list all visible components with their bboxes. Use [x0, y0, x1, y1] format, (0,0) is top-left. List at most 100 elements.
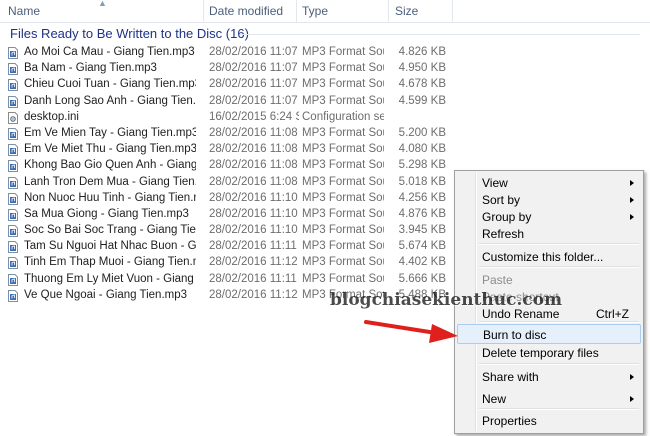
- file-date-modified: 28/02/2016 11:12 ...: [209, 256, 299, 269]
- file-date-modified: 28/02/2016 11:07 ...: [209, 62, 299, 75]
- menu-item-shortcut: Ctrl+Z: [596, 307, 629, 321]
- audio-file-icon: [8, 144, 18, 157]
- menu-separator: [479, 363, 639, 365]
- file-name: Tam Su Nguoi Hat Nhac Buon - Giang Ti...: [24, 240, 196, 253]
- menu-item-label: Paste: [482, 273, 513, 287]
- file-type: MP3 Format Sound: [302, 224, 384, 237]
- file-row[interactable]: Ba Nam - Giang Tien.mp3 28/02/2016 11:07 …: [0, 61, 650, 77]
- file-name: Ao Moi Ca Mau - Giang Tien.mp3: [24, 46, 195, 58]
- column-header-date-modified[interactable]: Date modified: [209, 4, 283, 18]
- file-size: 4.876 KB: [398, 207, 446, 220]
- menu-item-delete-temporary-files[interactable]: Delete temporary files: [457, 343, 641, 363]
- file-type: MP3 Format Sound: [302, 78, 384, 91]
- file-size: 5.018 KB: [398, 175, 446, 188]
- file-date-modified: 28/02/2016 11:08 ...: [209, 143, 299, 156]
- file-row[interactable]: Ao Moi Ca Mau - Giang Tien.mp3 28/02/2016…: [0, 45, 650, 61]
- file-name: Ba Nam - Giang Tien.mp3: [24, 62, 157, 75]
- file-type: MP3 Format Sound: [302, 46, 384, 58]
- file-type: MP3 Format Sound: [302, 94, 384, 107]
- file-size: 4.678 KB: [398, 78, 446, 91]
- file-date-modified: 28/02/2016 11:07 ...: [209, 78, 299, 91]
- file-date-modified: 28/02/2016 11:11 ...: [209, 272, 299, 285]
- menu-item-refresh[interactable]: Refresh: [457, 224, 641, 244]
- file-row[interactable]: Em Ve Mien Tay - Giang Tien.mp3 28/02/201…: [0, 126, 650, 142]
- file-date-modified: 28/02/2016 11:10 ...: [209, 191, 299, 204]
- menu-item-new[interactable]: New: [457, 389, 641, 409]
- submenu-arrow-icon: [630, 197, 634, 203]
- column-header-name[interactable]: Name: [8, 4, 40, 18]
- file-size: 5.200 KB: [398, 126, 446, 139]
- file-name: Chieu Cuoi Tuan - Giang Tien.mp3: [24, 78, 196, 91]
- file-type: MP3 Format Sound: [302, 272, 384, 285]
- file-type: MP3 Format Sound: [302, 256, 384, 269]
- audio-file-icon: [8, 127, 18, 140]
- file-name: Non Nuoc Huu Tinh - Giang Tien.mp3: [24, 191, 196, 204]
- audio-file-icon: [8, 273, 18, 286]
- file-date-modified: 28/02/2016 11:08 ...: [209, 159, 299, 172]
- audio-file-icon: [8, 192, 18, 205]
- file-size: 4.402 KB: [398, 256, 446, 269]
- file-name: Sa Mua Giong - Giang Tien.mp3: [24, 207, 189, 220]
- file-size: 5.298 KB: [398, 159, 446, 172]
- file-date-modified: 28/02/2016 11:11 ...: [209, 240, 299, 253]
- column-divider[interactable]: [388, 0, 389, 22]
- audio-file-icon: [8, 95, 18, 108]
- file-type: MP3 Format Sound: [302, 240, 384, 253]
- file-type: Configuration sett...: [302, 110, 384, 123]
- file-size: 5.666 KB: [398, 272, 446, 285]
- watermark: blogchiasekienthuc.com: [330, 290, 563, 310]
- column-header-bar: ▲ Name Date modified Type Size: [0, 0, 650, 23]
- audio-file-icon: [8, 79, 18, 92]
- group-divider: [240, 34, 640, 35]
- file-date-modified: 28/02/2016 11:12 ...: [209, 288, 299, 301]
- column-header-size[interactable]: Size: [395, 4, 418, 18]
- sort-ascending-icon: ▲: [98, 0, 107, 8]
- file-size: 3.945 KB: [398, 224, 446, 237]
- column-divider[interactable]: [203, 0, 204, 22]
- file-type: MP3 Format Sound: [302, 159, 384, 172]
- menu-item-burn-to-disc[interactable]: Burn to disc: [457, 324, 641, 344]
- file-name: Em Ve Mien Tay - Giang Tien.mp3: [24, 126, 196, 139]
- file-name: desktop.ini: [24, 110, 79, 123]
- menu-item-customize-this-folder[interactable]: Customize this folder...: [457, 247, 641, 267]
- file-group-header[interactable]: Files Ready to Be Written to the Disc (1…: [10, 26, 640, 42]
- menu-item-properties[interactable]: Properties: [457, 411, 641, 431]
- audio-file-icon: [8, 225, 18, 238]
- column-header-type[interactable]: Type: [302, 4, 328, 18]
- menu-item-label: Share with: [482, 370, 539, 384]
- file-type: MP3 Format Sound: [302, 191, 384, 204]
- file-date-modified: 28/02/2016 11:08 ...: [209, 126, 299, 139]
- menu-item-label: Group by: [482, 210, 532, 224]
- menu-item-label: View: [482, 176, 508, 190]
- file-size: 5.674 KB: [398, 240, 446, 253]
- group-title: Files Ready to Be Written to the Disc (1…: [10, 26, 249, 41]
- file-name: Khong Bao Gio Quen Anh - Giang Tien....: [24, 159, 196, 172]
- file-date-modified: 28/02/2016 11:08 ...: [209, 175, 299, 188]
- menu-item-label: New: [482, 392, 507, 406]
- file-name: Danh Long Sao Anh - Giang Tien.mp3: [24, 94, 196, 107]
- file-size: 4.950 KB: [398, 62, 446, 75]
- file-name: Lanh Tron Dem Mua - Giang Tien.mp3: [24, 175, 196, 188]
- audio-file-icon: [8, 47, 18, 59]
- audio-file-icon: [8, 257, 18, 270]
- submenu-arrow-icon: [630, 396, 634, 402]
- menu-item-label: Sort by: [482, 193, 521, 207]
- file-name: Thuong Em Ly Miet Vuon - Giang Tien.mp3: [24, 272, 196, 285]
- column-divider[interactable]: [296, 0, 297, 22]
- menu-item-share-with[interactable]: Share with: [457, 367, 641, 387]
- file-name: Soc So Bai Soc Trang - Giang Tien.mp3: [24, 224, 196, 237]
- column-divider[interactable]: [452, 0, 453, 22]
- file-row[interactable]: desktop.ini 16/02/2015 6:24 SAConfigurati…: [0, 110, 650, 126]
- file-size: 4.599 KB: [398, 94, 446, 107]
- file-row[interactable]: Chieu Cuoi Tuan - Giang Tien.mp3 28/02/20…: [0, 77, 650, 93]
- file-name: Tinh Em Thap Muoi - Giang Tien.mp3: [24, 256, 196, 269]
- file-row[interactable]: Danh Long Sao Anh - Giang Tien.mp3 28/02/…: [0, 94, 650, 110]
- audio-file-icon: [8, 63, 18, 76]
- audio-file-icon: [8, 289, 18, 302]
- file-row[interactable]: Em Ve Miet Thu - Giang Tien.mp3 28/02/201…: [0, 142, 650, 158]
- file-size: 4.256 KB: [398, 191, 446, 204]
- menu-item-label: Refresh: [482, 227, 525, 241]
- file-date-modified: 28/02/2016 11:10 ...: [209, 207, 299, 220]
- file-date-modified: 28/02/2016 11:10 ...: [209, 224, 299, 237]
- file-type: MP3 Format Sound: [302, 207, 384, 220]
